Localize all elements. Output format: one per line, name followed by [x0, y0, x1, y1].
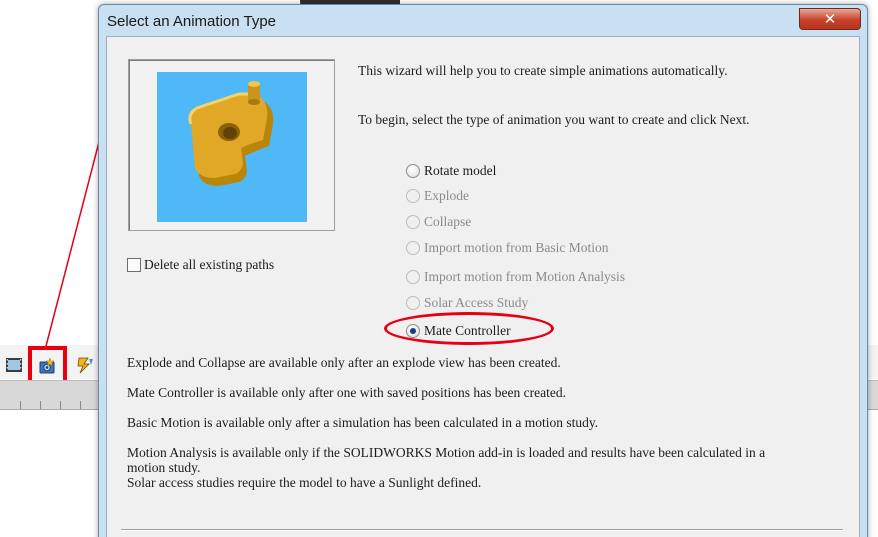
radio-button — [406, 189, 420, 203]
part-preview-image — [157, 72, 307, 222]
option-import-motion-analysis: Import motion from Motion Analysis — [406, 269, 625, 285]
option-label: Solar Access Study — [424, 295, 529, 310]
animation-wizard-dialog: Select an Animation Type ✕ This wizard w… — [98, 4, 868, 537]
intro-text-1: This wizard will help you to create simp… — [358, 63, 728, 78]
divider — [121, 529, 843, 531]
close-button[interactable]: ✕ — [799, 8, 861, 30]
option-label[interactable]: Rotate model — [424, 163, 496, 179]
option-label: Collapse — [424, 214, 472, 229]
option-solar-access-study: Solar Access Study — [406, 295, 528, 311]
option-label: Explode — [424, 188, 469, 203]
preview-frame — [128, 59, 335, 231]
radio-button[interactable] — [406, 164, 420, 178]
dialog-title: Select an Animation Type — [107, 13, 276, 30]
note-solar-access: Solar access studies require the model t… — [127, 475, 482, 490]
option-rotate-model[interactable]: Rotate model — [406, 163, 496, 179]
option-label: Import motion from Motion Analysis — [424, 269, 625, 284]
motion-bolt-icon[interactable] — [75, 355, 95, 375]
note-motion-analysis: Motion Analysis is available only if the… — [127, 445, 766, 460]
wizard-icon-highlight — [28, 346, 67, 384]
option-import-basic-motion: Import motion from Basic Motion — [406, 240, 609, 256]
option-label: Import motion from Basic Motion — [424, 240, 609, 255]
note-motion-analysis-cont: motion study. — [127, 460, 201, 475]
intro-text-2: To begin, select the type of animation y… — [358, 112, 750, 127]
radio-button — [406, 241, 420, 255]
note-basic-motion: Basic Motion is available only after a s… — [127, 415, 599, 430]
radio-button — [406, 215, 420, 229]
dialog-body: This wizard will help you to create simp… — [106, 36, 860, 537]
radio-button — [406, 296, 420, 310]
note-mate-controller: Mate Controller is available only after … — [127, 385, 566, 400]
delete-paths-checkbox-row[interactable]: Delete all existing paths — [127, 257, 274, 273]
delete-paths-checkbox[interactable] — [127, 258, 141, 272]
note-explode-collapse: Explode and Collapse are available only … — [127, 355, 561, 370]
dialog-titlebar[interactable]: Select an Animation Type ✕ — [99, 5, 867, 39]
option-collapse: Collapse — [406, 214, 471, 230]
delete-paths-label[interactable]: Delete all existing paths — [144, 257, 274, 273]
option-explode: Explode — [406, 188, 469, 204]
radio-button — [406, 270, 420, 284]
film-icon[interactable] — [4, 355, 24, 375]
mate-controller-highlight — [384, 312, 554, 345]
